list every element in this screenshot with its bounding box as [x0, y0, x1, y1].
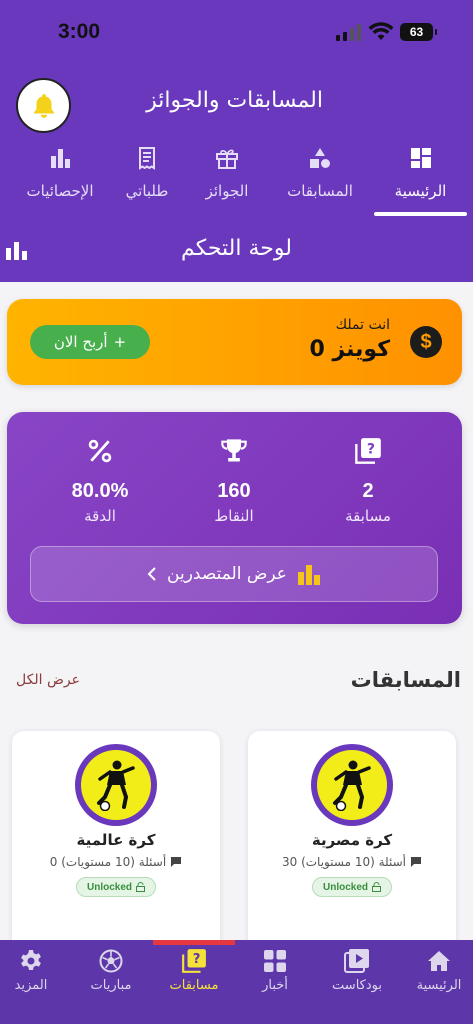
top-tabs: الرئيسية المسابقات الجوائز طلباتي الإحصا… — [0, 140, 473, 220]
quiz-icon: ? — [182, 949, 206, 973]
chat-icon — [411, 857, 422, 867]
nav-label: بودكاست — [332, 978, 382, 993]
stat-value: 160 — [217, 480, 251, 502]
stat-value: 2 — [362, 480, 374, 502]
apps-icon — [264, 950, 286, 972]
nav-podcast[interactable]: بودكاست — [312, 948, 402, 993]
home-icon — [428, 951, 450, 971]
battery-icon: 63 — [400, 23, 437, 41]
notifications-button[interactable] — [16, 78, 71, 133]
quiz-avatar — [75, 744, 157, 826]
quiz-card[interactable]: كرة عالمية 0 أسئلة (10 مستويات) Unlocked — [12, 731, 220, 961]
shapes-icon — [310, 148, 330, 168]
tab-statistics[interactable]: الإحصائيات — [8, 140, 112, 216]
football-icon — [99, 949, 123, 973]
nav-label: أخبار — [262, 978, 288, 993]
quiz-meta: 30 أسئلة (10 مستويات) — [248, 855, 456, 869]
page-title: المسابقات والجوائز — [146, 88, 323, 113]
bell-icon — [33, 93, 54, 118]
competitions-section-title: المسابقات — [350, 668, 461, 692]
football-player-icon — [97, 760, 135, 811]
bar-chart-icon — [51, 149, 70, 168]
view-all-link[interactable]: عرض الكل — [16, 672, 80, 688]
nav-label: الرئيسية — [416, 978, 462, 993]
dashboard-title: لوحة التحكم — [181, 236, 292, 261]
nav-matches[interactable]: مباريات — [66, 948, 156, 993]
signal-icon — [336, 24, 361, 41]
video-icon — [344, 949, 369, 973]
stat-value: 80.0% — [71, 480, 129, 502]
status-bar: 3:00 63 — [0, 0, 473, 62]
tab-label: الرئيسية — [394, 182, 447, 200]
quiz-meta-text: 0 أسئلة (10 مستويات) — [49, 855, 167, 869]
gear-icon — [21, 950, 41, 970]
view-leaderboard-button[interactable]: عرض المتصدرين — [30, 546, 438, 602]
wifi-icon — [368, 22, 394, 40]
status-badge: Unlocked — [312, 877, 392, 897]
football-player-icon — [333, 760, 371, 811]
stat-points: 160 النقاط — [174, 434, 294, 525]
tab-label: الإحصائيات — [26, 182, 94, 200]
status-text: Unlocked — [86, 881, 132, 893]
plus-icon: + — [113, 333, 127, 351]
stats-card: ? 2 مسابقة 160 النقاط 80.0% الدقة عرض ال… — [7, 412, 462, 624]
nav-home[interactable]: الرئيسية — [394, 948, 473, 993]
stat-accuracy: 80.0% الدقة — [40, 434, 160, 525]
status-time: 3:00 — [58, 20, 101, 43]
svg-text:?: ? — [193, 952, 201, 967]
quiz-meta-text: 30 أسئلة (10 مستويات) — [281, 855, 407, 869]
earn-now-button[interactable]: أربح الان + — [30, 325, 150, 359]
svg-text:?: ? — [367, 441, 375, 457]
nav-news[interactable]: أخبار — [236, 948, 314, 993]
nav-competitions[interactable]: ? مسابقات — [150, 948, 238, 993]
tab-label: الجوائز — [205, 182, 249, 200]
quiz-name: كرة مصرية — [311, 831, 393, 849]
active-tab-indicator — [374, 212, 467, 216]
dollar-coin-icon: $ — [410, 326, 442, 358]
leaderboard-label: عرض المتصدرين — [167, 564, 287, 584]
tab-competitions[interactable]: المسابقات — [274, 140, 366, 216]
quiz-icon: ? — [355, 438, 381, 464]
stat-label: النقاط — [214, 507, 254, 525]
active-nav-indicator — [153, 940, 235, 945]
coins-value: 0 كوينز — [309, 337, 390, 362]
stat-label: الدقة — [84, 507, 116, 525]
nav-label: مباريات — [90, 978, 132, 993]
quiz-avatar — [311, 744, 393, 826]
tab-home[interactable]: الرئيسية — [374, 140, 467, 216]
unlock-icon — [372, 882, 381, 892]
quiz-card[interactable]: كرة مصرية 30 أسئلة (10 مستويات) Unlocked — [248, 731, 456, 961]
coins-label: انت تملك — [335, 317, 390, 333]
tab-prizes[interactable]: الجوائز — [184, 140, 270, 216]
stat-quizzes: ? 2 مسابقة — [308, 434, 428, 525]
trophy-icon — [221, 439, 247, 462]
status-badge: Unlocked — [76, 877, 156, 897]
grid-icon — [410, 148, 431, 168]
chevron-left-icon — [147, 567, 156, 581]
quiz-meta: 0 أسئلة (10 مستويات) — [12, 855, 220, 869]
nav-label: المزيد — [14, 978, 48, 993]
gift-icon — [216, 149, 238, 169]
tab-my-orders[interactable]: طلباتي — [104, 140, 190, 216]
coins-card: $ انت تملك 0 كوينز أربح الان + — [7, 299, 462, 385]
nav-label: مسابقات — [169, 978, 219, 993]
leaderboard-icon — [297, 565, 320, 585]
status-text: Unlocked — [322, 881, 368, 893]
unlock-icon — [136, 882, 145, 892]
percent-icon — [88, 439, 112, 463]
stat-label: مسابقة — [345, 507, 391, 525]
nav-more[interactable]: المزيد — [0, 948, 74, 993]
tab-label: المسابقات — [287, 182, 353, 200]
quiz-name: كرة عالمية — [76, 831, 156, 849]
chat-icon — [171, 857, 182, 867]
tab-label: طلباتي — [125, 182, 169, 200]
receipt-icon — [139, 147, 155, 170]
earn-button-label: أربح الان — [53, 333, 108, 351]
